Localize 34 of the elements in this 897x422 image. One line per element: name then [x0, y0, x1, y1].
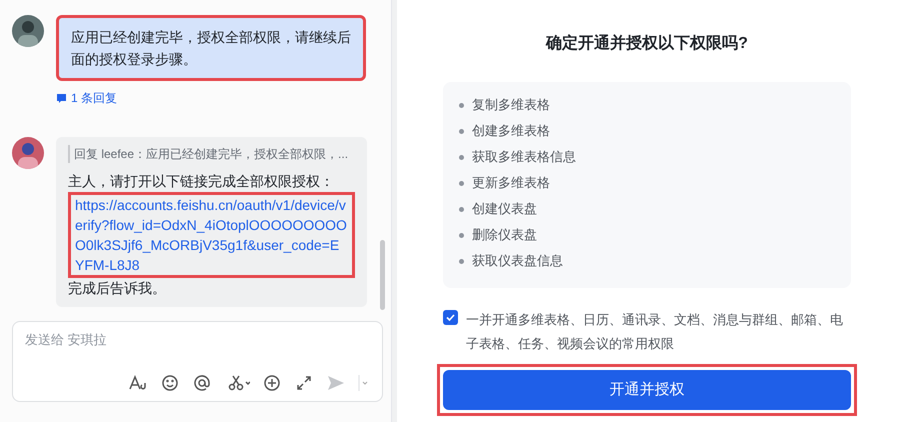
- message-input[interactable]: 发送给 安琪拉: [12, 321, 383, 402]
- bullet-icon: [459, 180, 464, 186]
- bullet-icon: [459, 102, 464, 108]
- checkbox[interactable]: [443, 310, 458, 325]
- avatar: [12, 137, 44, 169]
- permission-item: 获取仪表盘信息: [472, 252, 563, 270]
- authorization-link[interactable]: https://accounts.feishu.cn/oauth/v1/device/verify?flow_id=OdxN_4iOtoplOOOOOOOOOO0lk3SJjf6_McORBjV35g1f&user_code=EYFM-L8J8: [75, 195, 348, 275]
- emoji-icon[interactable]: [160, 373, 180, 393]
- reply-count-link[interactable]: 1 条回复: [71, 89, 118, 107]
- message-text: 完成后告诉我。: [68, 279, 167, 298]
- permission-item: 创建仪表盘: [472, 200, 537, 218]
- message-bubble: 应用已经创建完毕，授权全部权限，请继续后面的授权登录步骤。: [56, 15, 366, 81]
- scrollbar[interactable]: [380, 240, 386, 310]
- permission-item: 更新多维表格: [472, 174, 550, 192]
- checkmark-icon: [446, 313, 455, 322]
- message-field[interactable]: 发送给 安琪拉: [25, 330, 370, 350]
- comment-icon: [56, 92, 67, 104]
- bullet-icon: [459, 128, 464, 134]
- add-icon[interactable]: [262, 373, 282, 393]
- mention-icon[interactable]: [192, 373, 212, 393]
- bullet-icon: [459, 206, 464, 212]
- permission-item: 获取多维表格信息: [472, 148, 576, 166]
- avatar: [12, 15, 44, 47]
- dialog-title: 确定开通并授权以下权限吗?: [546, 33, 748, 54]
- permission-item: 复制多维表格: [472, 96, 550, 114]
- bullet-icon: [459, 232, 464, 238]
- authorize-button[interactable]: 开通并授权: [443, 370, 851, 410]
- checkbox-label: 一并开通多维表格、日历、通讯录、文档、消息与群组、邮箱、电子表格、任务、视频会议的常用权限: [466, 311, 844, 353]
- permission-item: 创建多维表格: [472, 122, 550, 140]
- bullet-icon: [459, 154, 464, 160]
- quoted-reply: 回复 leefee：应用已经创建完毕，授权全部权限，...: [68, 145, 355, 163]
- message-text: 主人，请打开以下链接完成全部权限授权：: [68, 172, 335, 191]
- bullet-icon: [459, 258, 464, 264]
- permission-item: 删除仪表盘: [472, 226, 537, 244]
